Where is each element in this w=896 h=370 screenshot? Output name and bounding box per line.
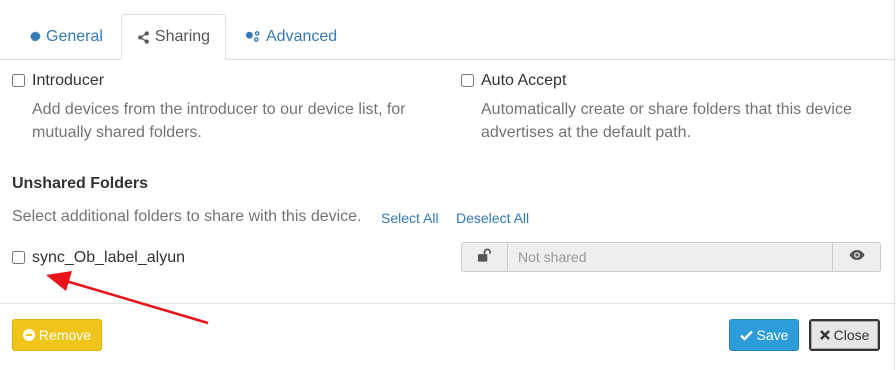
folder-checkbox[interactable] — [12, 251, 25, 264]
minus-circle-icon — [22, 329, 35, 341]
times-icon — [819, 330, 830, 340]
introducer-help: Add devices from the introducer to our d… — [32, 101, 406, 141]
introducer-label: Introducer — [32, 72, 105, 89]
tab-bar: General Sharing Advanced — [0, 0, 894, 60]
show-password-toggle[interactable] — [833, 242, 881, 272]
deselect-all-link[interactable]: Deselect All — [456, 210, 529, 226]
tab-sharing[interactable]: Sharing — [121, 14, 226, 60]
share-icon — [137, 30, 150, 44]
folder-label: sync_Ob_label_alyun — [32, 249, 185, 266]
save-button[interactable]: Save — [729, 319, 799, 351]
unshared-folders-help: Select additional folders to share with … — [12, 208, 362, 225]
auto-accept-label: Auto Accept — [481, 72, 567, 89]
tab-advanced[interactable]: Advanced — [244, 14, 337, 59]
introducer-checkbox[interactable] — [12, 74, 25, 87]
gear-icon — [28, 30, 41, 43]
tab-sharing-label: Sharing — [154, 28, 211, 45]
remove-button-label: Remove — [38, 327, 92, 343]
auto-accept-checkbox[interactable] — [461, 74, 474, 87]
check-icon — [739, 330, 753, 341]
folder-password-input[interactable] — [507, 242, 833, 272]
gears-icon — [244, 30, 261, 43]
eye-icon — [849, 248, 865, 266]
folder-password-group — [461, 242, 881, 272]
footer-divider — [0, 303, 894, 304]
dialog-right-border — [894, 0, 895, 370]
remove-button[interactable]: Remove — [12, 319, 102, 351]
close-button-label: Close — [833, 327, 870, 343]
select-all-link[interactable]: Select All — [381, 210, 439, 226]
unshared-folders-title: Unshared Folders — [12, 175, 149, 192]
unlock-icon — [477, 248, 492, 267]
tab-general[interactable]: General — [28, 14, 103, 59]
auto-accept-help: Automatically create or share folders th… — [481, 101, 852, 141]
tab-general-label: General — [46, 27, 103, 45]
tab-advanced-label: Advanced — [266, 27, 338, 45]
unlock-toggle[interactable] — [461, 242, 507, 272]
close-button[interactable]: Close — [809, 319, 880, 351]
save-button-label: Save — [756, 327, 789, 343]
